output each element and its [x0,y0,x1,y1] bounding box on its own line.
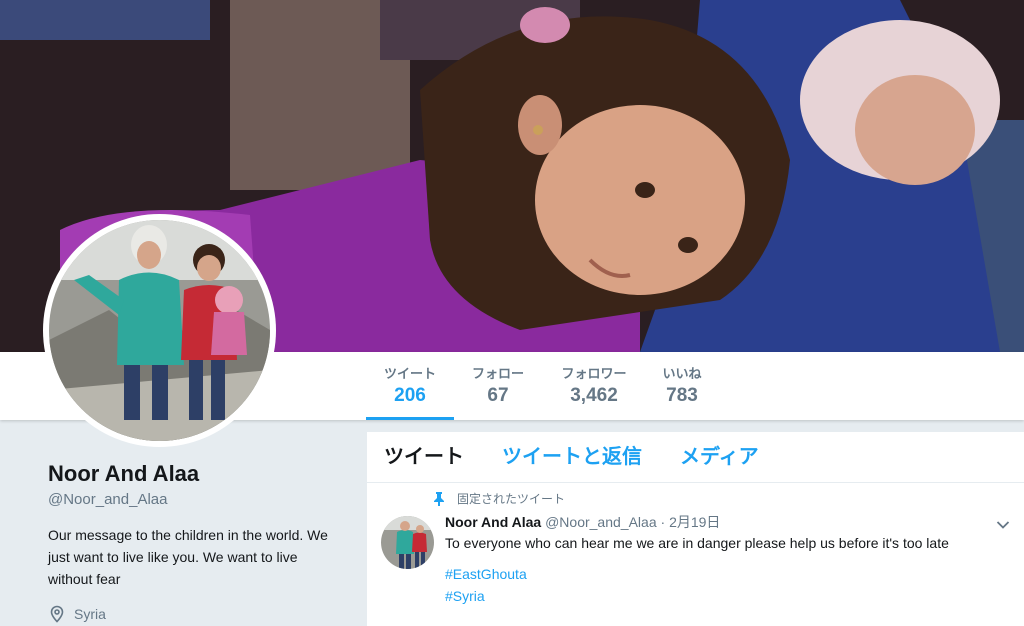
stat-likes-label: いいね [662,366,702,381]
stat-followers-label: フォロワー [561,366,627,381]
tab-tweets[interactable]: ツイート [384,445,464,469]
tweet-avatar-image [381,516,434,569]
profile-name[interactable]: Noor And Alaa [48,460,348,488]
location-pin-icon [50,605,64,623]
stat-following-value: 67 [487,385,509,406]
timeline-tabs: ツイート ツイートと返信 メディア [367,432,1024,483]
active-tab-indicator [366,417,454,420]
tab-media[interactable]: メディア [680,445,759,469]
tweet-menu-caret[interactable] [996,517,1010,535]
stat-tweets[interactable]: ツイート 206 [366,352,454,420]
hashtag-link[interactable]: #EastGhouta [445,563,1012,585]
avatar-image [49,220,270,441]
chevron-down-icon [996,521,1010,529]
stat-likes-value: 783 [666,385,698,406]
stat-followers[interactable]: フォロワー 3,462 [552,352,636,420]
profile-location: Syria [48,604,348,624]
profile-card: Noor And Alaa @Noor_and_Alaa Our message… [48,460,348,624]
pinned-tweet-context: 固定されたツイート [381,491,1012,507]
tweet-author-avatar[interactable] [381,516,434,569]
stat-followers-value: 3,462 [570,385,618,406]
tweet-header: Noor And Alaa @Noor_and_Alaa · 2月19日 [445,513,1012,531]
profile-handle[interactable]: @Noor_and_Alaa [48,490,348,510]
stat-tweets-label: ツイート [383,366,436,381]
tab-tweets-and-replies[interactable]: ツイートと返信 [502,445,642,469]
stat-likes[interactable]: いいね 783 [652,352,712,420]
profile-avatar[interactable] [43,214,276,447]
tweet-body: Noor And Alaa @Noor_and_Alaa · 2月19日 To … [445,513,1012,607]
stat-tweets-value: 206 [394,385,426,406]
profile-bio: Our message to the children in the world… [48,527,328,587]
tweet[interactable]: 固定されたツイート Noor And Alaa @Noor_and_Alaa · [367,483,1024,607]
tweet-text: To everyone who can hear me we are in da… [445,535,949,551]
stat-following[interactable]: フォロー 67 [462,352,534,420]
tweet-author-handle[interactable]: @Noor_and_Alaa [545,514,657,530]
tweet-date[interactable]: 2月19日 [669,514,720,530]
hashtag-link[interactable]: #Syria [445,585,1012,607]
tweet-separator: · [660,514,666,530]
pinned-label: 固定されたツイート [457,492,566,506]
stat-following-label: フォロー [471,366,524,381]
tweet-author-name[interactable]: Noor And Alaa [445,514,541,530]
pin-icon [434,492,444,506]
timeline: ツイート ツイートと返信 メディア 固定されたツイート Noor And Ala… [367,432,1024,626]
profile-location-text: Syria [74,606,106,622]
